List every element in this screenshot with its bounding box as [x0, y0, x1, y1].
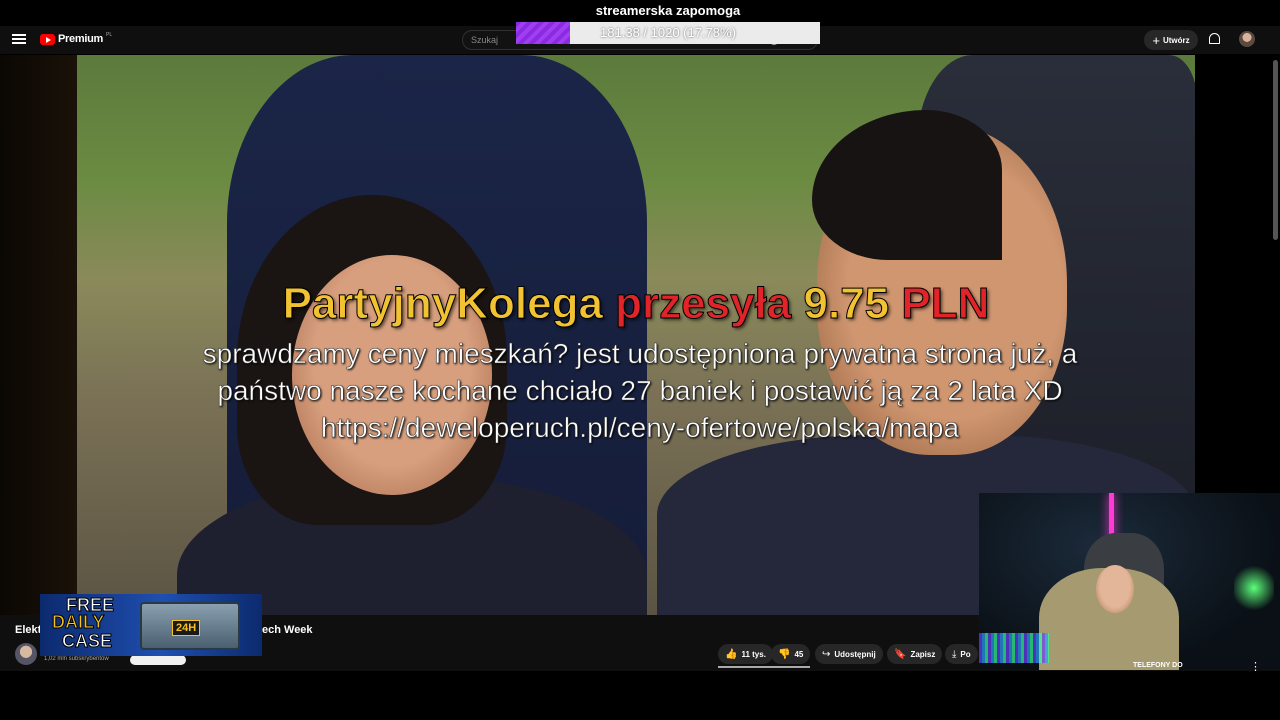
share-icon: ↪	[822, 648, 831, 660]
cam-keyboard	[979, 633, 1049, 663]
promo-24h-badge: 24H	[172, 620, 201, 636]
cam-green-light	[1234, 563, 1274, 613]
share-label: Udostępnij	[834, 649, 876, 659]
save-label: Zapisz	[910, 649, 936, 659]
bookmark-icon: 🔖	[894, 648, 907, 660]
dislike-button[interactable]: 👎 45	[771, 644, 811, 664]
webcam-overlay: TELEFONY DO	[979, 493, 1280, 670]
case-box-image: 24H	[140, 602, 240, 650]
video-title: Elekt	[15, 624, 42, 636]
menu-icon[interactable]	[12, 32, 26, 46]
subscribe-button[interactable]	[130, 655, 186, 665]
promo-line-daily: DAILY	[51, 612, 105, 632]
subscriber-count: 1,02 mln subskrybentów	[44, 656, 109, 662]
scrollbar-thumb[interactable]	[1273, 60, 1278, 240]
donation-message: sprawdzamy ceny mieszkań? jest udostępni…	[202, 338, 1078, 444]
more-vert-icon[interactable]: ⋮	[1250, 660, 1261, 673]
dislike-count: 45	[794, 649, 804, 659]
donation-verb: przesyła	[615, 279, 792, 329]
download-icon: ⤓	[952, 648, 957, 660]
video-title-end: ech Week	[262, 624, 313, 636]
thumb-up-icon: 👍	[725, 648, 738, 660]
webcam-label: TELEFONY DO	[1133, 662, 1183, 669]
logo-text: Premium	[58, 33, 103, 45]
plus-icon: +	[1152, 32, 1160, 48]
like-ratio-bar	[718, 666, 810, 668]
channel-avatar[interactable]	[15, 643, 37, 665]
create-label: Utwórz	[1162, 35, 1190, 45]
share-button[interactable]: ↪ Udostępnij	[815, 644, 883, 664]
save-button[interactable]: 🔖 Zapisz	[887, 644, 943, 664]
ambient-left	[0, 55, 77, 615]
bell-icon[interactable]	[1209, 33, 1220, 44]
account-avatar[interactable]	[1239, 31, 1255, 47]
donor-name: PartyjnyKolega	[282, 279, 603, 329]
create-button[interactable]: + Utwórz	[1144, 30, 1198, 50]
video-man-hair	[812, 110, 1002, 260]
daily-case-promo: FREE DAILY CASE 24H	[40, 594, 262, 656]
goal-title: streamerska zapomoga	[595, 3, 741, 18]
like-button[interactable]: 👍 11 tys.	[718, 644, 773, 664]
promo-line-case: CASE	[61, 631, 113, 651]
download-label: Po	[960, 649, 971, 659]
download-button[interactable]: ⤓ Po	[945, 644, 978, 664]
youtube-logo[interactable]: Premium PL	[40, 32, 113, 45]
youtube-play-icon	[40, 33, 55, 45]
donation-currency: PLN	[901, 279, 990, 329]
cam-streamer-head	[1096, 565, 1134, 613]
thumb-down-icon: 👎	[778, 648, 791, 660]
search-placeholder: Szukaj	[471, 35, 499, 45]
logo-country: PL	[105, 32, 113, 38]
like-count: 11 tys.	[741, 649, 766, 659]
goal-progress-text: 181.38 / 1020 (17.78%)	[600, 25, 736, 40]
goal-progress-bar: 181.38 / 1020 (17.78%)	[516, 22, 820, 44]
donation-alert: PartyjnyKolega przesyła 9.75 PLN	[77, 279, 1195, 329]
donation-amount: 9.75	[803, 279, 890, 329]
